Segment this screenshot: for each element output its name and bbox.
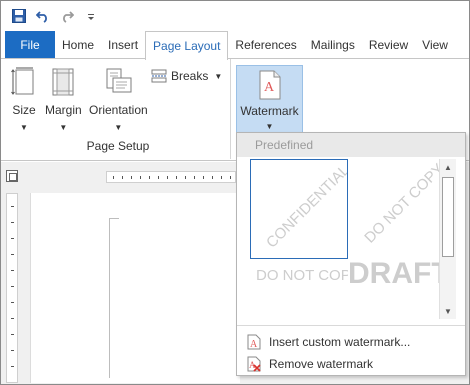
watermark-thumb-text: DRAFT xyxy=(348,259,446,290)
tab-references[interactable]: References xyxy=(228,31,303,59)
watermark-thumb-text: DO NOT COPY xyxy=(361,160,446,247)
gallery-scrollbar[interactable]: ▲ ▼ xyxy=(439,159,456,319)
redo-icon[interactable] xyxy=(59,8,75,24)
margin-button[interactable]: Margin ▼ xyxy=(45,67,82,132)
watermark-dropdown: Predefined CONFIDENTIAL DO NOT COPY DO N… xyxy=(236,132,466,376)
menu-divider xyxy=(237,325,465,326)
size-label: Size xyxy=(12,103,36,117)
scrollbar-thumb[interactable] xyxy=(442,177,454,257)
watermark-label: Watermark xyxy=(240,104,299,118)
page-setup-group: Size ▼ Margin ▼ Orientation ▼ Breaks ▼ P… xyxy=(5,59,231,159)
orientation-button[interactable]: Orientation ▼ xyxy=(89,67,148,132)
watermark-thumb-confidential[interactable]: CONFIDENTIAL xyxy=(250,159,348,259)
tab-insert[interactable]: Insert xyxy=(101,31,145,59)
horizontal-ruler[interactable] xyxy=(106,171,236,183)
watermark-gallery: CONFIDENTIAL DO NOT COPY DO NOT COPY DRA… xyxy=(248,159,446,319)
tab-file[interactable]: File xyxy=(5,31,55,59)
breaks-label: Breaks xyxy=(171,69,209,83)
page-setup-group-label: Page Setup xyxy=(86,139,150,153)
remove-watermark-item[interactable]: A Remove watermark xyxy=(247,356,373,372)
chevron-down-icon: ▼ xyxy=(214,71,223,81)
margin-icon xyxy=(52,68,74,96)
chevron-down-icon: ▼ xyxy=(59,123,68,132)
size-button[interactable]: Size ▼ xyxy=(11,67,37,132)
insert-custom-watermark-label: Insert custom watermark... xyxy=(269,335,411,349)
watermark-thumb-draft[interactable]: DRAFT xyxy=(348,259,446,319)
orientation-label: Orientation xyxy=(89,103,148,117)
tab-review[interactable]: Review xyxy=(362,31,415,59)
tab-view[interactable]: View xyxy=(415,31,455,59)
watermark-button[interactable]: A Watermark ▼ xyxy=(236,65,303,135)
insert-custom-watermark-item[interactable]: A Insert custom watermark... xyxy=(247,334,410,350)
ruler-toggle-icon[interactable] xyxy=(6,170,18,182)
chevron-down-icon: ▼ xyxy=(20,123,28,132)
watermark-icon: A xyxy=(259,70,280,100)
scroll-up-icon[interactable]: ▲ xyxy=(440,159,456,175)
breaks-button[interactable]: Breaks ▼ xyxy=(151,69,222,83)
vertical-ruler[interactable] xyxy=(6,193,18,383)
predefined-header: Predefined xyxy=(237,133,465,157)
svg-text:A: A xyxy=(250,339,258,350)
custom-watermark-icon: A xyxy=(247,334,261,350)
remove-watermark-label: Remove watermark xyxy=(269,357,374,371)
document-page[interactable] xyxy=(30,193,240,383)
quick-access-toolbar xyxy=(1,1,469,31)
tab-page-layout[interactable]: Page Layout xyxy=(145,31,229,60)
breaks-icon xyxy=(151,69,167,83)
page-margin-guide xyxy=(109,218,119,378)
app-window: File Home Insert Page Layout References … xyxy=(0,0,470,385)
chevron-down-icon: ▼ xyxy=(265,122,274,131)
watermark-thumb-do-not-copy[interactable]: DO NOT COPY xyxy=(250,259,348,319)
scroll-down-icon[interactable]: ▼ xyxy=(440,303,456,319)
size-icon xyxy=(11,67,34,95)
customize-qat-icon[interactable] xyxy=(83,8,99,24)
tab-home[interactable]: Home xyxy=(55,31,101,59)
chevron-down-icon: ▼ xyxy=(114,123,123,132)
ribbon-tabs: File Home Insert Page Layout References … xyxy=(1,31,469,60)
tab-mailings[interactable]: Mailings xyxy=(304,31,362,59)
margin-label: Margin xyxy=(45,103,82,117)
remove-watermark-icon: A xyxy=(247,356,261,372)
orientation-icon xyxy=(106,68,132,93)
watermark-thumb-text: CONFIDENTIAL xyxy=(263,161,348,252)
undo-icon[interactable] xyxy=(35,8,51,24)
svg-text:A: A xyxy=(264,80,275,95)
watermark-thumb-do-not-copy-diagonal[interactable]: DO NOT COPY xyxy=(348,159,446,259)
watermark-thumb-text: DO NOT COPY xyxy=(256,267,348,284)
save-icon[interactable] xyxy=(11,8,27,24)
